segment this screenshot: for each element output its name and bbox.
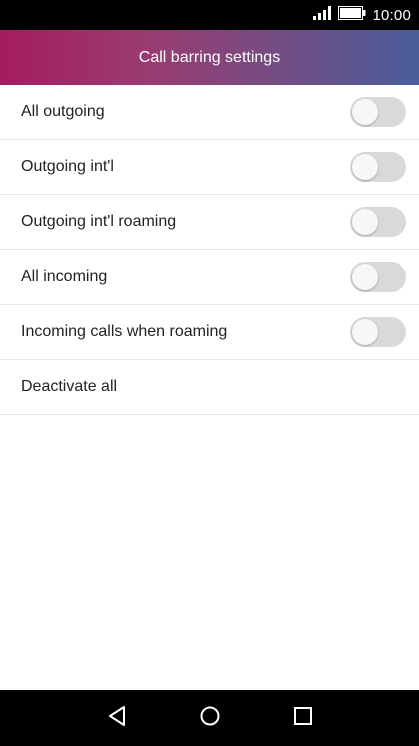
toggle-knob [352,209,378,235]
deactivate-all-button[interactable]: Deactivate all [0,360,419,415]
setting-label: All outgoing [21,103,105,120]
toggle-knob [352,99,378,125]
status-time: 10:00 [372,6,411,24]
status-bar: 10:00 [0,0,419,30]
navigation-bar [0,690,419,746]
setting-label: Deactivate all [21,378,118,395]
outgoing-intl-toggle[interactable] [350,152,406,182]
battery-icon [338,5,366,25]
settings-list: All outgoing Outgoing int'l Outgoing int… [0,85,419,415]
toggle-knob [352,154,378,180]
setting-label: All incoming [21,268,108,285]
setting-label: Outgoing int'l roaming [21,213,177,230]
setting-row-incoming-when-roaming[interactable]: Incoming calls when roaming [0,305,419,360]
setting-label: Outgoing int'l [21,158,114,175]
status-icons: 10:00 [312,0,411,30]
setting-row-outgoing-intl[interactable]: Outgoing int'l [0,140,419,195]
signal-icon [312,5,332,26]
setting-label: Incoming calls when roaming [21,323,228,340]
all-incoming-toggle[interactable] [350,262,406,292]
recents-button[interactable] [273,690,333,746]
setting-row-all-incoming[interactable]: All incoming [0,250,419,305]
home-button[interactable] [180,690,240,746]
outgoing-intl-roaming-toggle[interactable] [350,207,406,237]
setting-row-outgoing-intl-roaming[interactable]: Outgoing int'l roaming [0,195,419,250]
toggle-knob [352,319,378,345]
all-outgoing-toggle[interactable] [350,97,406,127]
back-button[interactable] [87,690,147,746]
toggle-knob [352,264,378,290]
home-icon [199,705,221,732]
back-icon [106,705,128,732]
setting-row-all-outgoing[interactable]: All outgoing [0,85,419,140]
app-header: Call barring settings [0,30,419,85]
recents-icon [292,705,314,732]
page-title: Call barring settings [138,48,281,66]
incoming-when-roaming-toggle[interactable] [350,317,406,347]
